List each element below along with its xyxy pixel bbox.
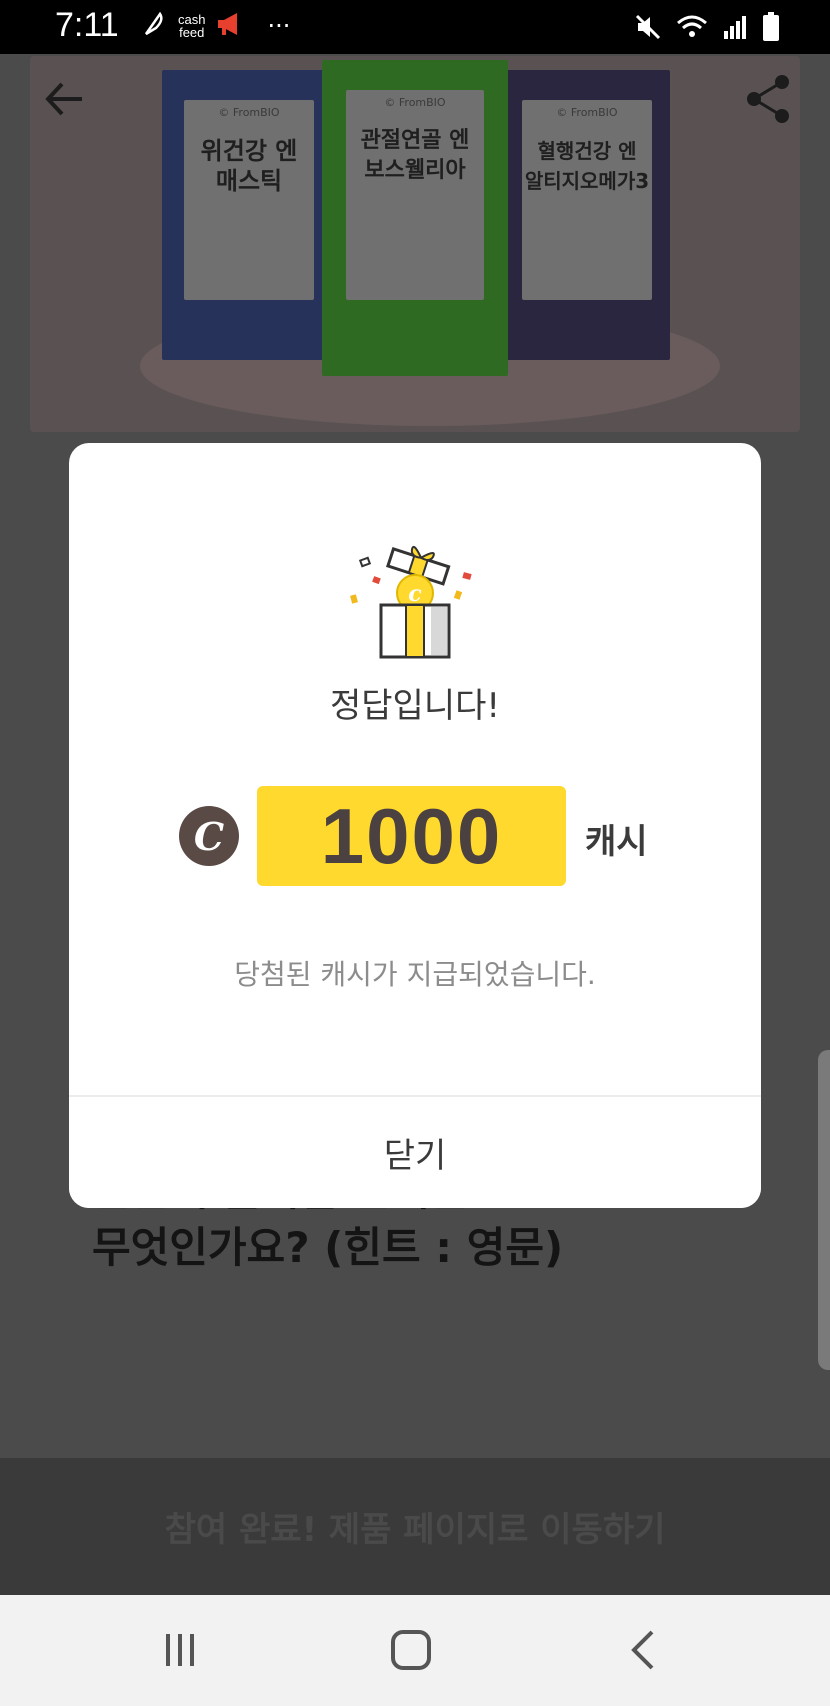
product-box-omega3: © FromBIO 혈행건강 엔 알티지오메가3 [500,70,670,360]
back-arrow-icon [45,82,82,116]
recent-apps-button[interactable] [150,1625,210,1675]
battery-icon [762,12,780,46]
question-line-2: 무엇인가요? (힌트 : 영문) [92,1223,564,1272]
recent-apps-icon [166,1634,194,1666]
reward-dialog: c 정답입니다! C 1000 캐시 당첨된 캐시가 지급되었습니다. 닫기 [69,443,761,1208]
share-button[interactable] [744,72,794,126]
go-to-product-button[interactable]: 참여 완료! 제품 페이지로 이동하기 [0,1458,830,1595]
share-icon [747,75,789,123]
reward-amount: 1000 [320,791,503,880]
megaphone-icon [215,10,245,42]
home-icon [391,1630,431,1670]
dialog-title: 정답입니다! [329,686,501,726]
cashfeed-icon: cash feed [178,12,206,40]
reward-amount-box: 1000 [257,786,566,886]
reward-unit: 캐시 [585,822,648,862]
dialog-description: 당첨된 캐시가 지급되었습니다. [234,958,596,991]
nav-back-button[interactable] [614,1625,674,1675]
svg-text:c: c [408,581,422,607]
product-box-boswellia: © FromBIO 관절연골 엔 보스웰리아 [322,60,508,376]
product-box-mastic: © FromBIO 위건강 엔 매스틱 [162,70,332,360]
back-button[interactable] [40,74,90,124]
scroll-handle[interactable] [818,1050,830,1370]
cta-label: 참여 완료! 제품 페이지로 이동하기 [164,1510,666,1550]
home-button[interactable] [381,1625,441,1675]
mute-icon [634,13,662,45]
status-bar: 7:11 cash feed ··· [0,0,830,54]
gift-box-icon: c [345,543,485,663]
signal-icon [722,13,748,45]
feather-icon [140,10,168,42]
product-banner: © FromBIO 위건강 엔 매스틱 © FromBIO 혈행건강 엔 알티지오메… [30,56,800,432]
status-time: 7:11 [55,6,119,44]
more-notifications-icon: ··· [267,12,291,40]
reward-row: C 1000 캐시 [69,786,761,886]
wifi-icon [676,13,708,45]
system-nav-bar [0,1595,830,1706]
nav-back-icon [631,1630,654,1670]
close-button[interactable]: 닫기 [69,1097,761,1208]
coin-icon: C [179,806,239,866]
